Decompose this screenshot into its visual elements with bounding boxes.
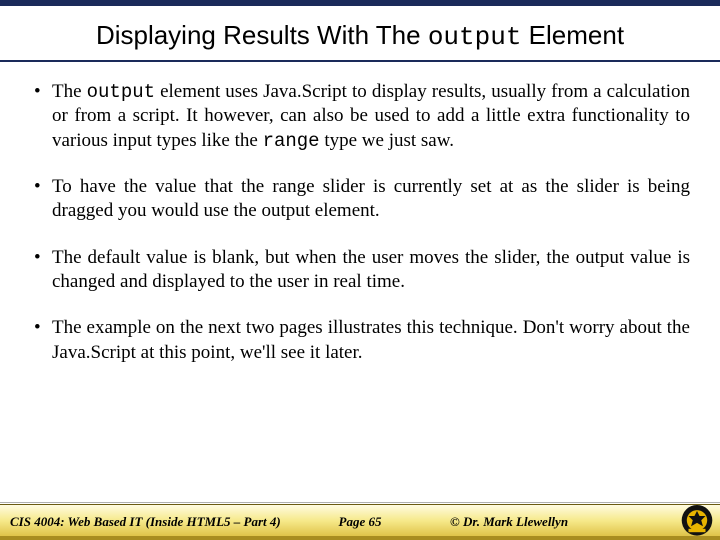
footer-author: © Dr. Mark Llewellyn: [450, 514, 568, 530]
footer-page: Page 65: [339, 514, 382, 530]
title-underline: [0, 60, 720, 62]
title-prefix: Displaying Results With The: [96, 20, 428, 50]
footer-course: CIS 4004: Web Based IT (Inside HTML5 – P…: [10, 514, 301, 530]
bullet-item: To have the value that the range slider …: [30, 175, 690, 224]
title-suffix: Element: [521, 20, 624, 50]
slide-content: The output element uses Java.Script to d…: [0, 80, 720, 365]
slide-title: Displaying Results With The output Eleme…: [0, 6, 720, 60]
slide-footer: CIS 4004: Web Based IT (Inside HTML5 – P…: [0, 504, 720, 540]
footer-top-line: [0, 502, 720, 503]
bullet-list: The output element uses Java.Script to d…: [30, 80, 690, 365]
title-code: output: [428, 22, 522, 52]
bullet-item: The example on the next two pages illust…: [30, 316, 690, 365]
bullet-item: The default value is blank, but when the…: [30, 246, 690, 295]
ucf-logo-icon: [680, 503, 714, 537]
footer-inner: CIS 4004: Web Based IT (Inside HTML5 – P…: [0, 514, 720, 530]
bullet-item: The output element uses Java.Script to d…: [30, 80, 690, 153]
